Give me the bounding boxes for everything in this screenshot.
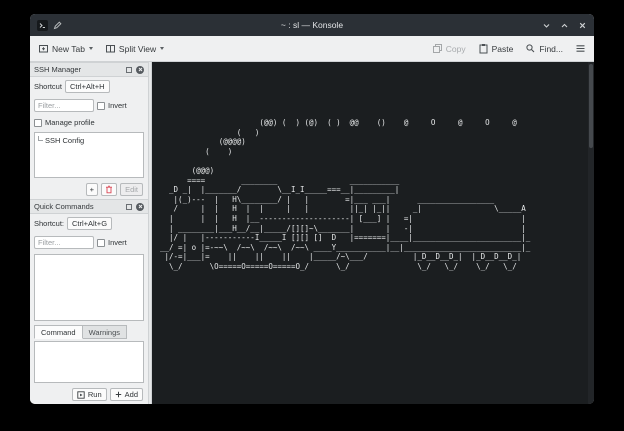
toolbar: New Tab Split View Copy (30, 36, 594, 62)
ascii-train-art: (@@) ( ) (@) ( ) @@ () @ O @ O @ ( ) (@@… (152, 62, 594, 272)
ssh-shortcut-button[interactable]: Ctrl+Alt+H (65, 80, 110, 93)
ssh-shortcut-label: Shortcut (34, 82, 62, 91)
plus-icon (115, 391, 122, 398)
terminal-scrollbar[interactable] (588, 62, 594, 404)
quick-commands-panel: Quick Commands Shortcut: Ctrl+Alt+G Inve (30, 199, 148, 404)
add-host-button[interactable]: + (86, 183, 98, 196)
desktop-background: ~ : sl — Konsole New Tab (0, 0, 624, 431)
qc-tabs: Command Warnings (34, 325, 144, 339)
app-icon (37, 20, 48, 31)
new-tab-icon (38, 43, 49, 54)
minimize-button[interactable] (542, 21, 551, 30)
copy-icon (432, 43, 443, 54)
run-label: Run (88, 390, 102, 399)
split-view-label: Split View (119, 44, 156, 54)
float-icon[interactable] (126, 204, 132, 210)
ssh-manager-header: SSH Manager (30, 62, 148, 77)
tab-command[interactable]: Command (34, 325, 83, 339)
sidebar: SSH Manager Shortcut Ctrl+Alt+H Invert (30, 62, 148, 404)
paste-icon (478, 43, 489, 54)
chevron-down-icon (89, 47, 93, 50)
ssh-config-tree[interactable]: SSH Config (34, 132, 144, 178)
copy-button[interactable]: Copy (432, 43, 466, 54)
split-view-icon (105, 43, 116, 54)
tree-branch-icon (38, 136, 43, 141)
ssh-manage-profile-row: Manage profile (30, 115, 148, 130)
close-icon[interactable] (136, 66, 144, 74)
close-icon[interactable] (136, 203, 144, 211)
new-tab-button[interactable]: New Tab (38, 43, 93, 54)
add-label: Add (125, 390, 138, 399)
split-view-button[interactable]: Split View (105, 43, 164, 54)
ssh-filter-row: Invert (30, 96, 148, 115)
konsole-window: ~ : sl — Konsole New Tab (30, 14, 594, 404)
window-title: ~ : sl — Konsole (30, 20, 594, 30)
delete-host-button[interactable] (101, 183, 117, 196)
manage-profile-checkbox[interactable] (34, 119, 42, 127)
maximize-button[interactable] (560, 21, 569, 30)
ssh-invert-checkbox[interactable] (97, 102, 105, 110)
qc-filter-row: Invert (30, 233, 148, 252)
ssh-shortcut-row: Shortcut Ctrl+Alt+H (30, 77, 148, 96)
qc-command-list[interactable] (34, 254, 144, 321)
ssh-manager-title: SSH Manager (34, 65, 122, 74)
chevron-down-icon (160, 47, 164, 50)
terminal-view[interactable]: (@@) ( ) (@) ( ) @@ () @ O @ O @ ( ) (@@… (152, 62, 594, 404)
float-icon[interactable] (126, 67, 132, 73)
tab-warnings[interactable]: Warnings (83, 325, 127, 339)
qc-shortcut-row: Shortcut: Ctrl+Alt+G (30, 214, 148, 233)
find-label: Find... (539, 44, 563, 54)
copy-label: Copy (446, 44, 466, 54)
qc-invert-checkbox[interactable] (97, 239, 105, 247)
trash-icon (105, 185, 113, 194)
search-icon (525, 43, 536, 54)
new-tab-label: New Tab (52, 44, 85, 54)
tree-item-ssh-config[interactable]: SSH Config (35, 133, 143, 148)
qc-command-editor[interactable] (34, 341, 144, 383)
run-button[interactable]: Run (72, 388, 107, 401)
ssh-invert-label: Invert (108, 101, 127, 110)
qc-buttons-row: Run Add (30, 385, 148, 404)
qc-shortcut-label: Shortcut: (34, 219, 64, 228)
paste-label: Paste (492, 44, 514, 54)
find-button[interactable]: Find... (525, 43, 563, 54)
add-command-button[interactable]: Add (110, 388, 143, 401)
hamburger-menu-icon (575, 43, 586, 54)
close-button[interactable] (578, 21, 587, 30)
manage-profile-label: Manage profile (45, 118, 95, 127)
ssh-manager-panel: SSH Manager Shortcut Ctrl+Alt+H Invert (30, 62, 148, 199)
scrollbar-thumb[interactable] (589, 64, 593, 148)
quick-commands-header: Quick Commands (30, 199, 148, 214)
titlebar[interactable]: ~ : sl — Konsole (30, 14, 594, 36)
ssh-filter-input[interactable] (34, 99, 94, 112)
hamburger-menu-button[interactable] (575, 43, 586, 54)
app-body: SSH Manager Shortcut Ctrl+Alt+H Invert (30, 62, 594, 404)
run-icon (77, 391, 85, 399)
ssh-buttons-row: + Edit (30, 180, 148, 199)
paste-button[interactable]: Paste (478, 43, 514, 54)
qc-shortcut-button[interactable]: Ctrl+Alt+G (67, 217, 112, 230)
qc-invert-label: Invert (108, 238, 127, 247)
tree-item-label: SSH Config (45, 136, 84, 145)
quick-commands-title: Quick Commands (34, 202, 122, 211)
edit-host-button[interactable]: Edit (120, 183, 143, 196)
pencil-icon[interactable] (53, 21, 62, 30)
qc-filter-input[interactable] (34, 236, 94, 249)
